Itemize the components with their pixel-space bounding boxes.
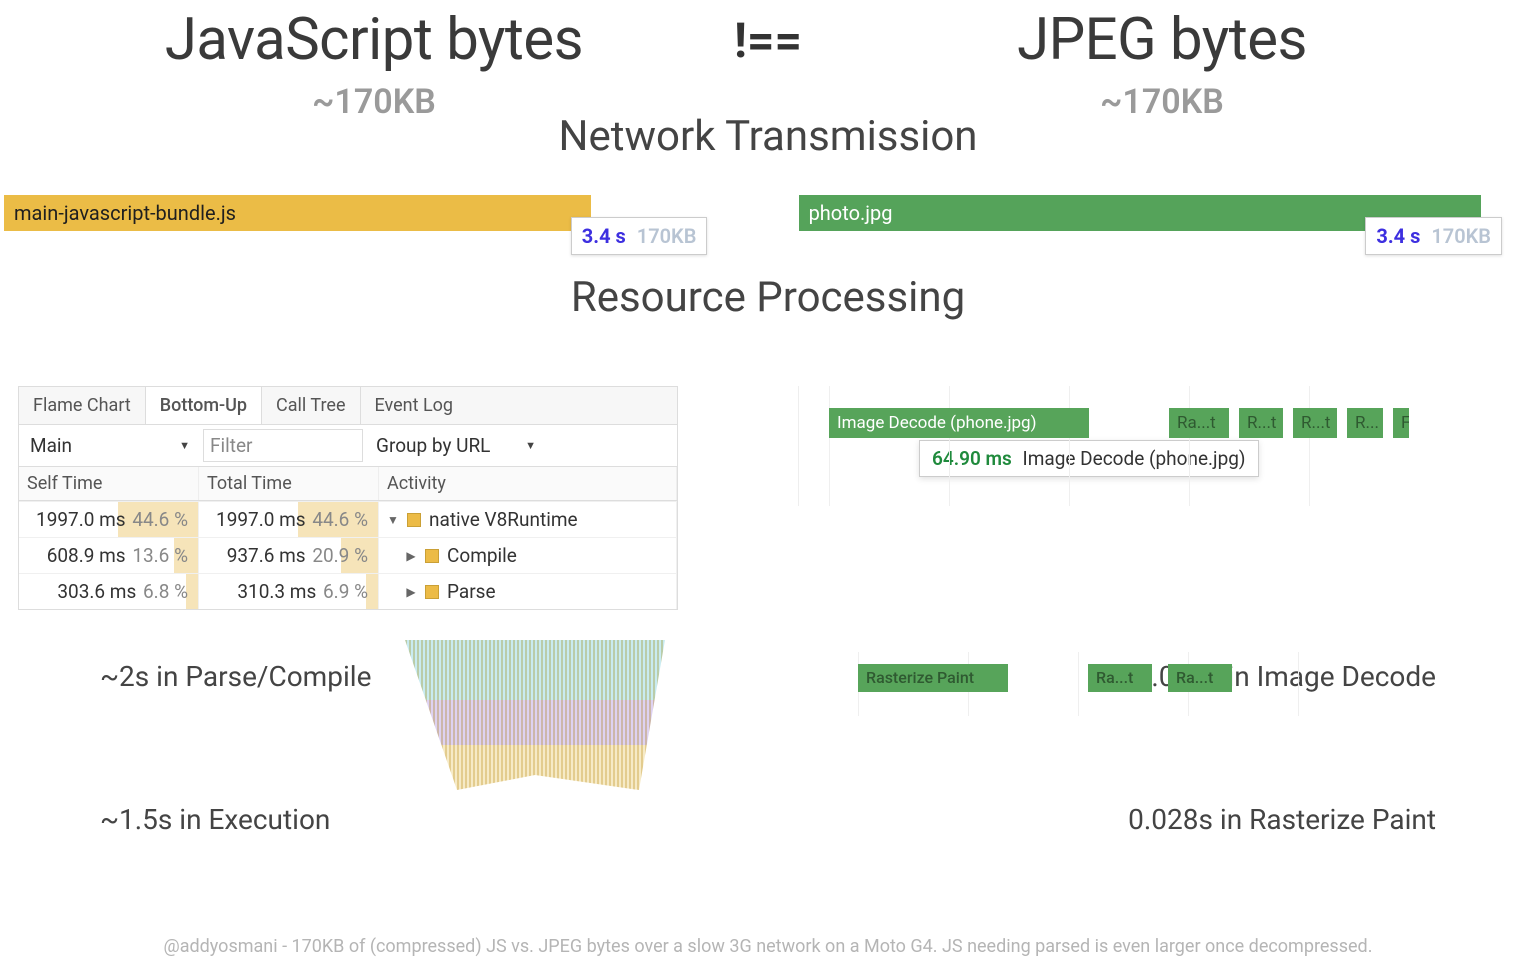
thread-select[interactable]: Main — [25, 429, 195, 462]
footer-credit: @addyosmani - 170KB of (compressed) JS v… — [0, 936, 1536, 957]
js-exec-metric: ~1.5s in Execution — [100, 803, 330, 836]
processing-row: Flame Chart Bottom-Up Call Tree Event Lo… — [0, 386, 1536, 610]
raster-tail-block: R...t — [1293, 408, 1337, 438]
bottomup-row[interactable]: 303.6 ms 6.8 %310.3 ms 6.9 %▶Parse — [19, 573, 677, 609]
decode-ms: 64.90 ms — [932, 447, 1012, 470]
devtools-panel: Flame Chart Bottom-Up Call Tree Event Lo… — [18, 386, 738, 610]
filter-input[interactable]: Filter — [203, 429, 363, 462]
col-self: Self Time — [19, 467, 199, 500]
devtools-tabs: Flame Chart Bottom-Up Call Tree Event Lo… — [19, 387, 677, 425]
js-time-badge: 3.4 s 170KB — [571, 217, 708, 255]
expand-icon[interactable]: ▶ — [405, 585, 417, 599]
header-left: JavaScript bytes ~170KB — [60, 6, 688, 122]
flame-chart-thumb — [405, 640, 665, 790]
bottomup-head: Self Time Total Time Activity — [19, 467, 677, 501]
decode-label: Image Decode (phone.jpg) — [1023, 447, 1246, 470]
raster-tail-block: R... — [1347, 408, 1383, 438]
js-time: 3.4 s — [582, 224, 626, 248]
activity-label: Parse — [447, 580, 496, 603]
activity-swatch — [425, 585, 439, 599]
bottomup-body: 1997.0 ms 44.6 %1997.0 ms 44.6 %▼native … — [19, 501, 677, 609]
jpeg-time-badge: 3.4 s 170KB — [1365, 217, 1502, 255]
tab-call-tree[interactable]: Call Tree — [262, 387, 360, 424]
activity-label: native V8Runtime — [429, 508, 578, 531]
jpeg-title: JPEG bytes — [848, 6, 1476, 74]
tab-event-log[interactable]: Event Log — [361, 387, 468, 424]
expand-icon[interactable]: ▶ — [405, 549, 417, 563]
jpeg-time: 3.4 s — [1376, 224, 1420, 248]
processing-heading: Resource Processing — [0, 273, 1536, 322]
col-total: Total Time — [199, 467, 379, 500]
jpeg-raster-metric: 0.028s in Rasterize Paint — [1128, 803, 1436, 836]
tab-bottom-up[interactable]: Bottom-Up — [146, 387, 262, 424]
header-right: JPEG bytes ~170KB — [848, 6, 1476, 122]
jpeg-badge-size: 170KB — [1431, 224, 1491, 248]
activity-swatch — [425, 549, 439, 563]
raster-tail-block: R...t — [1239, 408, 1283, 438]
raster-block: Ra...t — [1088, 664, 1152, 692]
js-parse-metric: ~2s in Parse/Compile — [100, 660, 371, 693]
activity-swatch — [407, 513, 421, 527]
expand-icon[interactable]: ▼ — [387, 513, 399, 527]
group-select[interactable]: Group by URL — [371, 429, 541, 462]
bottomup-row[interactable]: 608.9 ms 13.6 %937.6 ms 20.9 %▶Compile — [19, 537, 677, 573]
js-badge-size: 170KB — [637, 224, 697, 248]
devtools: Flame Chart Bottom-Up Call Tree Event Lo… — [18, 386, 678, 610]
decode-block: Image Decode (phone.jpg) — [829, 408, 1089, 438]
raster-block: Rasterize Paint — [858, 664, 1008, 692]
bottomup-row[interactable]: 1997.0 ms 44.6 %1997.0 ms 44.6 %▼native … — [19, 501, 677, 537]
decode-tooltip: 64.90 ms Image Decode (phone.jpg) — [919, 440, 1259, 477]
js-network-bar: main-javascript-bundle.js — [4, 195, 591, 231]
js-title: JavaScript bytes — [60, 6, 688, 74]
activity-label: Compile — [447, 544, 517, 567]
header-row: JavaScript bytes ~170KB !== JPEG bytes ~… — [0, 6, 1536, 122]
raster-block: Ra...t — [1168, 664, 1232, 692]
devtools-controls: Main Filter Group by URL — [19, 425, 677, 467]
jpeg-bar-wrap: photo.jpg 3.4 s 170KB — [799, 195, 1532, 231]
header-center: !== — [688, 6, 848, 69]
jpeg-timeline: 64.90 ms Image Decode (phone.jpg) Image … — [798, 386, 1518, 506]
neq-symbol: !== — [688, 12, 848, 69]
tab-flame-chart[interactable]: Flame Chart — [19, 387, 146, 424]
network-bars: main-javascript-bundle.js 3.4 s 170KB ph… — [0, 195, 1536, 231]
col-activity: Activity — [379, 467, 677, 500]
js-bar-wrap: main-javascript-bundle.js 3.4 s 170KB — [4, 195, 737, 231]
metrics-row-2: ~1.5s in Execution 0.028s in Rasterize P… — [0, 803, 1536, 836]
jpeg-timeline-panel: 64.90 ms Image Decode (phone.jpg) Image … — [798, 386, 1518, 610]
raster-timeline: Rasterize Paint Ra...t Ra...t — [858, 660, 1358, 696]
raster-tail-block: Ra...t — [1169, 408, 1229, 438]
raster-tail-block: F — [1393, 408, 1409, 438]
